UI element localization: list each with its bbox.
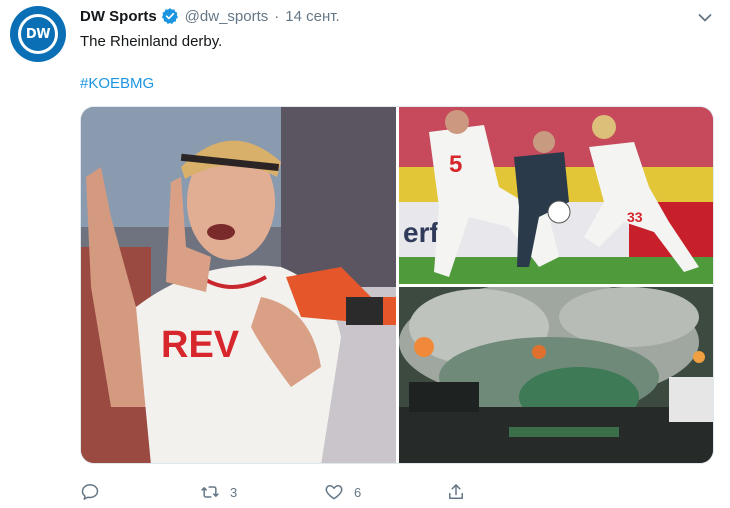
avatar[interactable]: DW (10, 6, 66, 62)
fans-pyrotechnics-photo[interactable] (399, 287, 713, 463)
dw-logo-icon: DW (18, 14, 58, 54)
retweet-count: 3 (230, 484, 238, 500)
retweet-icon (201, 486, 219, 498)
heart-icon (325, 485, 343, 500)
player-celebration-photo[interactable]: REV (81, 107, 396, 463)
hashtag-link[interactable]: #KOEBMG (80, 75, 154, 92)
avatar-text: DW (25, 26, 51, 42)
verified-badge-icon (161, 7, 179, 25)
separator-dot: · (274, 7, 280, 25)
retweet-button[interactable]: 3 (200, 482, 324, 502)
author-handle[interactable]: @dw_sports (185, 8, 269, 25)
shirt-sponsor-text: REV (161, 324, 240, 366)
share-button[interactable] (446, 482, 466, 502)
tweet-text: The Rheinland derby. (80, 33, 223, 50)
tweet-actions: 3 6 (80, 480, 466, 504)
shirt-number-33: 33 (627, 209, 643, 225)
tweet-header: DW Sports @dw_sports · 14 сент. (80, 7, 340, 25)
author-name[interactable]: DW Sports (80, 8, 157, 25)
match-tackle-photo[interactable]: erfl 5 33 (399, 107, 713, 284)
reply-button[interactable] (80, 482, 200, 502)
media-grid: REV erfl 5 33 (80, 106, 714, 464)
chevron-down-icon[interactable] (698, 10, 712, 22)
like-count: 6 (354, 484, 362, 500)
like-button[interactable]: 6 (324, 482, 446, 502)
tweet-date[interactable]: 14 сент. (285, 8, 339, 25)
reply-icon (81, 484, 99, 500)
share-icon (449, 484, 463, 499)
tweet[interactable]: DW DW Sports @dw_sports · 14 сент. The R… (0, 0, 730, 508)
shirt-number-5: 5 (449, 151, 462, 178)
